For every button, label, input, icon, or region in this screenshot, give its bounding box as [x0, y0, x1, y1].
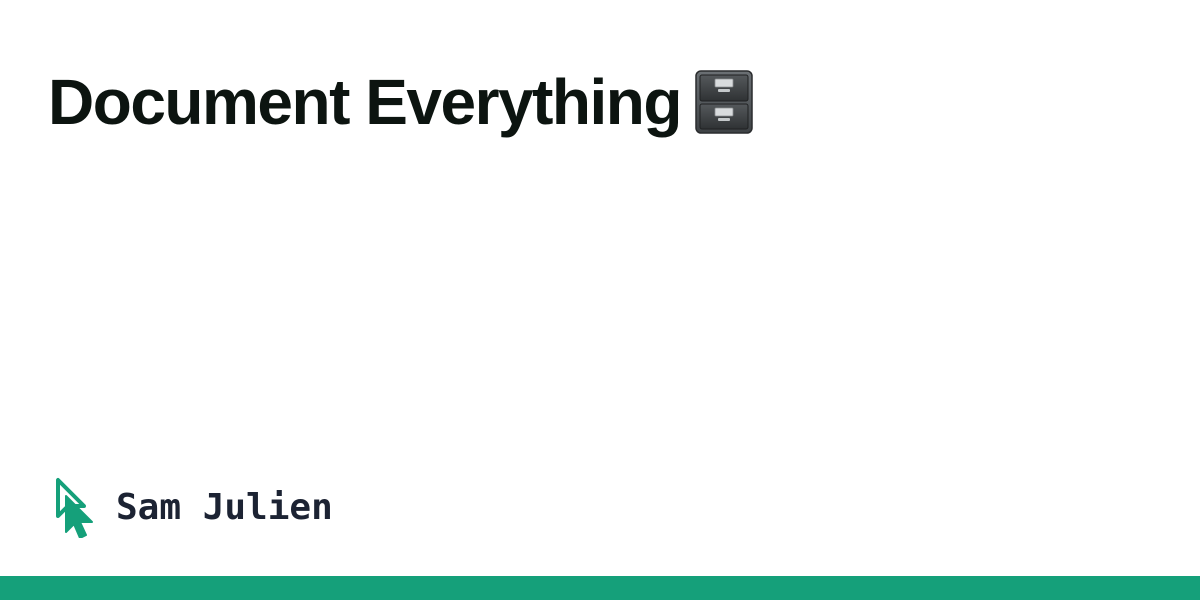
- social-card: Document Everything Sam Julien: [0, 0, 1200, 600]
- accent-bar: [0, 576, 1200, 600]
- page-title: Document Everything: [48, 66, 682, 138]
- title-row: Document Everything: [48, 62, 753, 142]
- author-block: Sam Julien: [54, 476, 333, 538]
- author-name: Sam Julien: [116, 486, 333, 528]
- file-cabinet-icon: [695, 70, 753, 134]
- cursor-arrow-icon: [54, 476, 102, 538]
